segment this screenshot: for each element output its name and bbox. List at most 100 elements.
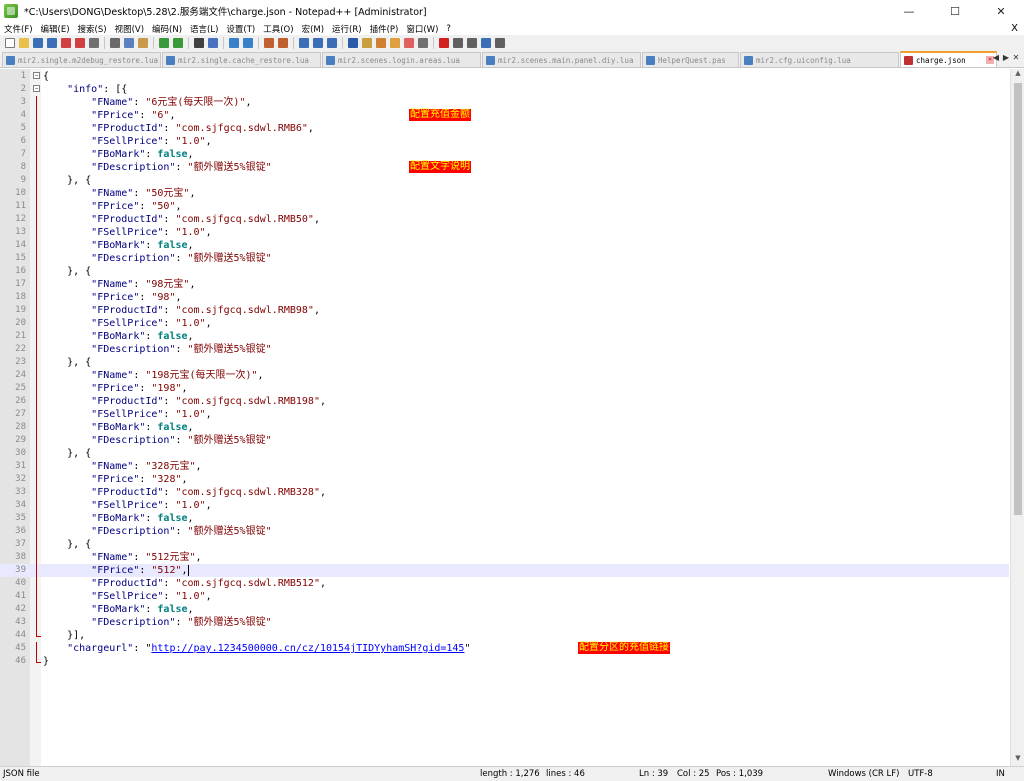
scroll-up-icon[interactable]: ▲ (1011, 69, 1024, 81)
doc-map-icon[interactable] (360, 37, 373, 50)
fold-toggle-icon[interactable]: − (33, 85, 40, 92)
code-line[interactable]: 24 "FName": "198元宝(每天限一次)", (0, 369, 1009, 382)
code-line[interactable]: 1−{ (0, 70, 1009, 83)
code-line[interactable]: 13 "FSellPrice": "1.0", (0, 226, 1009, 239)
code-line[interactable]: 5 "FProductId": "com.sjfgcq.sdwl.RMB6", (0, 122, 1009, 135)
menu-item[interactable]: ? (446, 24, 451, 34)
code-line[interactable]: 22 "FDescription": "额外赠送5%银锭" (0, 343, 1009, 356)
code-line[interactable]: 15 "FDescription": "额外赠送5%银锭" (0, 252, 1009, 265)
editor[interactable]: ▲ ▼ 1−{2− "info": [{3 "FName": "6元宝(每天限一… (0, 69, 1024, 766)
minimize-button[interactable]: — (886, 0, 932, 22)
tab-helperquest-pas[interactable]: HelperQuest.pas (642, 52, 739, 67)
maximize-button[interactable]: ☐ (932, 0, 978, 22)
code-line[interactable]: 21 "FBoMark": false, (0, 330, 1009, 343)
tab-charge-json[interactable]: charge.json × (900, 51, 997, 67)
code-line[interactable]: 3 "FName": "6元宝(每天限一次)", (0, 96, 1009, 109)
code-line[interactable]: 43 "FDescription": "额外赠送5%银锭" (0, 616, 1009, 629)
vertical-scrollbar[interactable]: ▲ ▼ (1010, 69, 1024, 766)
print-icon[interactable] (87, 37, 100, 50)
record-macro-icon[interactable] (437, 37, 450, 50)
code-line[interactable]: 38 "FName": "512元宝", (0, 551, 1009, 564)
code-line[interactable]: 17 "FName": "98元宝", (0, 278, 1009, 291)
monitor-icon[interactable] (402, 37, 415, 50)
token-link[interactable]: http://pay.1234500000.cn/cz/10154jTIDYyh… (151, 643, 464, 654)
open-file-icon[interactable] (17, 37, 30, 50)
tab-scroll-right-icon[interactable]: ▶ (1001, 53, 1011, 65)
menu-item[interactable]: 文件(F) (4, 23, 33, 35)
code-line[interactable]: 7 "FBoMark": false, (0, 148, 1009, 161)
play-multiple-icon[interactable] (479, 37, 492, 50)
save-icon[interactable] (31, 37, 44, 50)
scroll-down-icon[interactable]: ▼ (1011, 754, 1024, 766)
menu-item[interactable]: 编码(N) (152, 23, 182, 35)
close-window-button[interactable]: ✕ (978, 0, 1024, 22)
code-line[interactable]: 44 }], (0, 629, 1009, 642)
code-line[interactable]: 16 }, { (0, 265, 1009, 278)
status-insert-mode[interactable]: IN (996, 769, 1005, 779)
code-line[interactable]: 11 "FPrice": "50", (0, 200, 1009, 213)
redo-icon[interactable] (171, 37, 184, 50)
code-line[interactable]: 20 "FSellPrice": "1.0", (0, 317, 1009, 330)
code-line[interactable]: 41 "FSellPrice": "1.0", (0, 590, 1009, 603)
menu-item[interactable]: 宏(M) (302, 23, 324, 35)
zoom-out-icon[interactable] (241, 37, 254, 50)
save-macro-icon[interactable] (493, 37, 506, 50)
code-line[interactable]: 19 "FProductId": "com.sjfgcq.sdwl.RMB98"… (0, 304, 1009, 317)
indent-guide-icon[interactable] (325, 37, 338, 50)
code-line[interactable]: 39 "FPrice": "512", (0, 564, 1009, 577)
menu-item[interactable]: 工具(O) (263, 23, 293, 35)
fold-toggle-icon[interactable]: − (33, 72, 40, 79)
tab-mir2-scenes-login-areas-lua[interactable]: mir2.scenes.login.areas.lua (322, 52, 481, 67)
code-line[interactable]: 12 "FProductId": "com.sjfgcq.sdwl.RMB50"… (0, 213, 1009, 226)
code-line[interactable]: 32 "FPrice": "328", (0, 473, 1009, 486)
function-list-icon[interactable] (374, 37, 387, 50)
tab-mir2-cfg-uiconfig-lua[interactable]: mir2.cfg.uiconfig.lua (740, 52, 899, 67)
paste-icon[interactable] (136, 37, 149, 50)
tab-mir2-scenes-main-panel-diy-lua[interactable]: mir2.scenes.main.panel.diy.lua (482, 52, 641, 67)
folder-workspace-icon[interactable] (388, 37, 401, 50)
stop-record-icon[interactable] (451, 37, 464, 50)
code-line[interactable]: 36 "FDescription": "额外赠送5%银锭" (0, 525, 1009, 538)
code-line[interactable]: 29 "FDescription": "额外赠送5%银锭" (0, 434, 1009, 447)
close-document-button[interactable]: X (1011, 22, 1018, 35)
code-line[interactable]: 10 "FName": "50元宝", (0, 187, 1009, 200)
code-line[interactable]: 2− "info": [{ (0, 83, 1009, 96)
menu-item[interactable]: 设置(T) (226, 23, 255, 35)
code-line[interactable]: 46} (0, 655, 1009, 668)
play-macro-icon[interactable] (465, 37, 478, 50)
code-line[interactable]: 31 "FName": "328元宝", (0, 460, 1009, 473)
menu-item[interactable]: 语言(L) (190, 23, 218, 35)
code-line[interactable]: 45 "chargeurl": "http://pay.1234500000.c… (0, 642, 1009, 655)
close-all-icon[interactable] (73, 37, 86, 50)
code-line[interactable]: 23 }, { (0, 356, 1009, 369)
word-wrap-icon[interactable] (297, 37, 310, 50)
code-line[interactable]: 8 "FDescription": "额外赠送5%银锭" 配置文字说明 (0, 161, 1009, 174)
code-line[interactable]: 6 "FSellPrice": "1.0", (0, 135, 1009, 148)
sync-vertical-icon[interactable] (262, 37, 275, 50)
undo-icon[interactable] (157, 37, 170, 50)
new-file-icon[interactable] (3, 37, 16, 50)
eye-icon[interactable] (416, 37, 429, 50)
code-line[interactable]: 18 "FPrice": "98", (0, 291, 1009, 304)
tab-mir2-single-m2debug-restore-lua[interactable]: mir2.single.m2debug_restore.lua (2, 52, 161, 67)
code-line[interactable]: 9 }, { (0, 174, 1009, 187)
code-line[interactable]: 26 "FProductId": "com.sjfgcq.sdwl.RMB198… (0, 395, 1009, 408)
code-line[interactable]: 27 "FSellPrice": "1.0", (0, 408, 1009, 421)
zoom-in-icon[interactable] (227, 37, 240, 50)
show-all-chars-icon[interactable] (311, 37, 324, 50)
code-line[interactable]: 34 "FSellPrice": "1.0", (0, 499, 1009, 512)
code-line[interactable]: 4 "FPrice": "6", 配置充值金额 (0, 109, 1009, 122)
menu-item[interactable]: 插件(P) (370, 23, 399, 35)
code-line[interactable]: 30 }, { (0, 447, 1009, 460)
code-line[interactable]: 40 "FProductId": "com.sjfgcq.sdwl.RMB512… (0, 577, 1009, 590)
menu-item[interactable]: 窗口(W) (406, 23, 438, 35)
menu-item[interactable]: 视图(V) (115, 23, 144, 35)
find-icon[interactable] (192, 37, 205, 50)
menu-item[interactable]: 搜索(S) (78, 23, 107, 35)
status-encoding[interactable]: UTF-8 (908, 769, 933, 779)
language-icon[interactable] (346, 37, 359, 50)
code-line[interactable]: 14 "FBoMark": false, (0, 239, 1009, 252)
tab-scroll-left-icon[interactable]: ◀ (991, 53, 1001, 65)
tab-close-icon[interactable]: ✕ (1011, 53, 1021, 65)
menu-item[interactable]: 编辑(E) (41, 23, 70, 35)
